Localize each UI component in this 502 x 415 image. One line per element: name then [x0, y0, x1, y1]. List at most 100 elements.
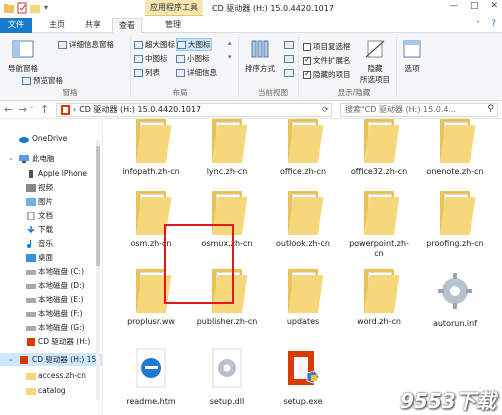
fit-columns-icon[interactable]: [284, 69, 294, 77]
folder-item[interactable]: onenote.zh-cn: [420, 119, 490, 177]
file-item-selected[interactable]: setup.exe: [268, 347, 338, 407]
office-setup-icon: [288, 351, 320, 385]
tab-view[interactable]: 查看: [112, 18, 142, 33]
tab-home[interactable]: 主页: [42, 18, 72, 33]
layout-medium-icons[interactable]: 中图标: [134, 53, 168, 64]
details-icon: [176, 68, 185, 77]
layout-large-icons[interactable]: 大图标: [176, 38, 212, 51]
sidebar-scrollbar[interactable]: [94, 140, 102, 400]
hide-selected-button[interactable]: 隐藏 所选项目: [358, 39, 392, 85]
group-by-icon[interactable]: [284, 41, 294, 49]
refresh-icon[interactable]: ⟳: [322, 105, 329, 114]
file-name: lync.zh-cn: [206, 167, 248, 176]
sidebar-item-disk-d[interactable]: 本地磁盘 (D:): [0, 279, 102, 292]
file-extensions-toggle[interactable]: 文件扩展名: [303, 55, 351, 66]
checkbox[interactable]: [303, 42, 311, 51]
folder-icon: [364, 191, 400, 235]
close-button[interactable]: ✕: [490, 1, 498, 11]
sidebar-item-downloads[interactable]: 下载: [0, 223, 102, 236]
preview-pane-button[interactable]: 预览窗格: [22, 75, 63, 86]
sidebar-item-pictures[interactable]: 图片: [0, 195, 102, 208]
layout-scroll-up-icon[interactable]: ▴: [228, 39, 232, 47]
properties-icon[interactable]: [17, 2, 27, 14]
sidebar-item-label: OneDrive: [32, 134, 68, 143]
add-columns-icon[interactable]: [284, 55, 294, 63]
folder-item[interactable]: outlook.zh-cn: [268, 191, 338, 249]
sidebar-item-disk-c[interactable]: 本地磁盘 (C:): [0, 265, 102, 278]
folder-item[interactable]: word.zh-cn: [344, 269, 414, 327]
layout-scroll-down-icon[interactable]: ▾: [228, 53, 232, 61]
sidebar-item-music[interactable]: 音乐: [0, 237, 102, 250]
folder-icon: [136, 119, 172, 163]
folder-item[interactable]: lync.zh-cn: [192, 119, 262, 177]
sidebar-item-cd-drive-15[interactable]: CD 驱动器 (H:) 15: [0, 353, 102, 366]
checkbox[interactable]: [303, 55, 311, 65]
folder-icon: [288, 191, 324, 235]
address-box[interactable]: › CD 驱动器 (H:) 15.0.4420.1017: [56, 103, 332, 117]
folder-item[interactable]: proofing.zh-cn: [420, 191, 490, 249]
folder-item[interactable]: infopath.zh-cn: [116, 119, 186, 177]
folder-item[interactable]: updates: [268, 269, 338, 327]
minimize-button[interactable]: —: [449, 1, 458, 11]
office-icon: [27, 338, 35, 346]
layout-details[interactable]: 详细信息: [176, 67, 217, 78]
sidebar-item-access[interactable]: access.zh-cn: [0, 369, 102, 382]
group-label-layout: 布局: [172, 88, 188, 97]
file-name: setup.dll: [209, 397, 245, 406]
sidebar-item-catalog[interactable]: catalog: [0, 384, 102, 397]
sidebar-item-desktop[interactable]: 桌面: [0, 251, 102, 264]
nav-pane-button[interactable]: 导航窗格: [6, 39, 40, 74]
file-item[interactable]: autorun.inf: [420, 269, 490, 329]
folder-item[interactable]: powerpoint.zh-cn: [344, 191, 414, 259]
folder-item[interactable]: office32.zh-cn: [344, 119, 414, 177]
sidebar-item-iphone[interactable]: Apple iPhone: [0, 167, 102, 180]
layout-small-icons[interactable]: 小图标: [176, 53, 210, 64]
expand-chevron-icon[interactable]: ⌄: [8, 154, 14, 162]
folder-item[interactable]: office.zh-cn: [268, 119, 338, 177]
sidebar-item-cd-drive[interactable]: CD 驱动器 (H:): [0, 335, 102, 348]
sidebar-item-onedrive[interactable]: OneDrive: [0, 132, 102, 145]
expand-chevron-icon[interactable]: ⌄: [8, 355, 14, 363]
watermark: 9553下载: [400, 389, 496, 413]
search-input[interactable]: 搜索"CD 驱动器 (H:) 15.0.4... ⚲: [340, 103, 498, 117]
folder-icon: [364, 119, 400, 163]
checkbox[interactable]: [303, 69, 311, 79]
file-item[interactable]: readme.htm: [116, 347, 186, 407]
sidebar-item-disk-g[interactable]: 本地磁盘 (G:): [0, 321, 102, 334]
up-arrow-icon[interactable]: ↑: [40, 103, 49, 116]
folder-icon[interactable]: [4, 2, 14, 14]
back-arrow-icon[interactable]: ←: [4, 103, 13, 116]
tab-file[interactable]: 文件: [0, 18, 32, 33]
ribbon-collapse-icon[interactable]: ˅: [476, 20, 480, 29]
checkbox-label: 文件扩展名: [313, 56, 351, 65]
new-folder-icon[interactable]: [30, 2, 40, 14]
folder-icon: [440, 191, 476, 235]
sidebar-item-disk-f[interactable]: 本地磁盘 (F:): [0, 307, 102, 320]
layout-list[interactable]: 列表: [134, 67, 160, 78]
item-checkboxes-toggle[interactable]: 项目复选框: [303, 41, 351, 52]
maximize-button[interactable]: □: [470, 1, 479, 11]
tab-manage[interactable]: 管理: [158, 18, 188, 33]
sidebar-item-label: 本地磁盘 (E:): [38, 295, 84, 304]
file-name: proofing.zh-cn: [426, 239, 484, 248]
details-pane-button[interactable]: 详细信息窗格: [58, 39, 114, 50]
tab-share[interactable]: 共享: [78, 18, 108, 33]
sort-by-button[interactable]: 排序方式: [242, 39, 278, 74]
options-button[interactable]: 选项: [400, 39, 424, 74]
sidebar-item-documents[interactable]: 文档: [0, 209, 102, 222]
sidebar-item-this-pc[interactable]: 此电脑: [0, 152, 102, 165]
hidden-items-toggle[interactable]: 隐藏的项目: [303, 69, 351, 80]
window-controls: — □ ✕: [449, 1, 498, 11]
quick-access-dropdown-icon[interactable]: ▾: [44, 3, 48, 12]
folder-icon: [136, 269, 172, 313]
recent-dropdown-icon[interactable]: ˅: [30, 106, 34, 114]
file-item[interactable]: setup.dll: [192, 347, 262, 407]
file-name: office.zh-cn: [279, 167, 327, 176]
file-name: setup.exe: [283, 397, 323, 406]
forward-arrow-icon[interactable]: →: [18, 103, 27, 116]
address-path: CD 驱动器 (H:) 15.0.4420.1017: [79, 105, 202, 114]
help-icon[interactable]: ?: [491, 19, 496, 29]
layout-extra-large-icons[interactable]: 超大图标: [134, 39, 175, 50]
sidebar-item-videos[interactable]: 视频: [0, 181, 102, 194]
sidebar-item-disk-e[interactable]: 本地磁盘 (E:): [0, 293, 102, 306]
